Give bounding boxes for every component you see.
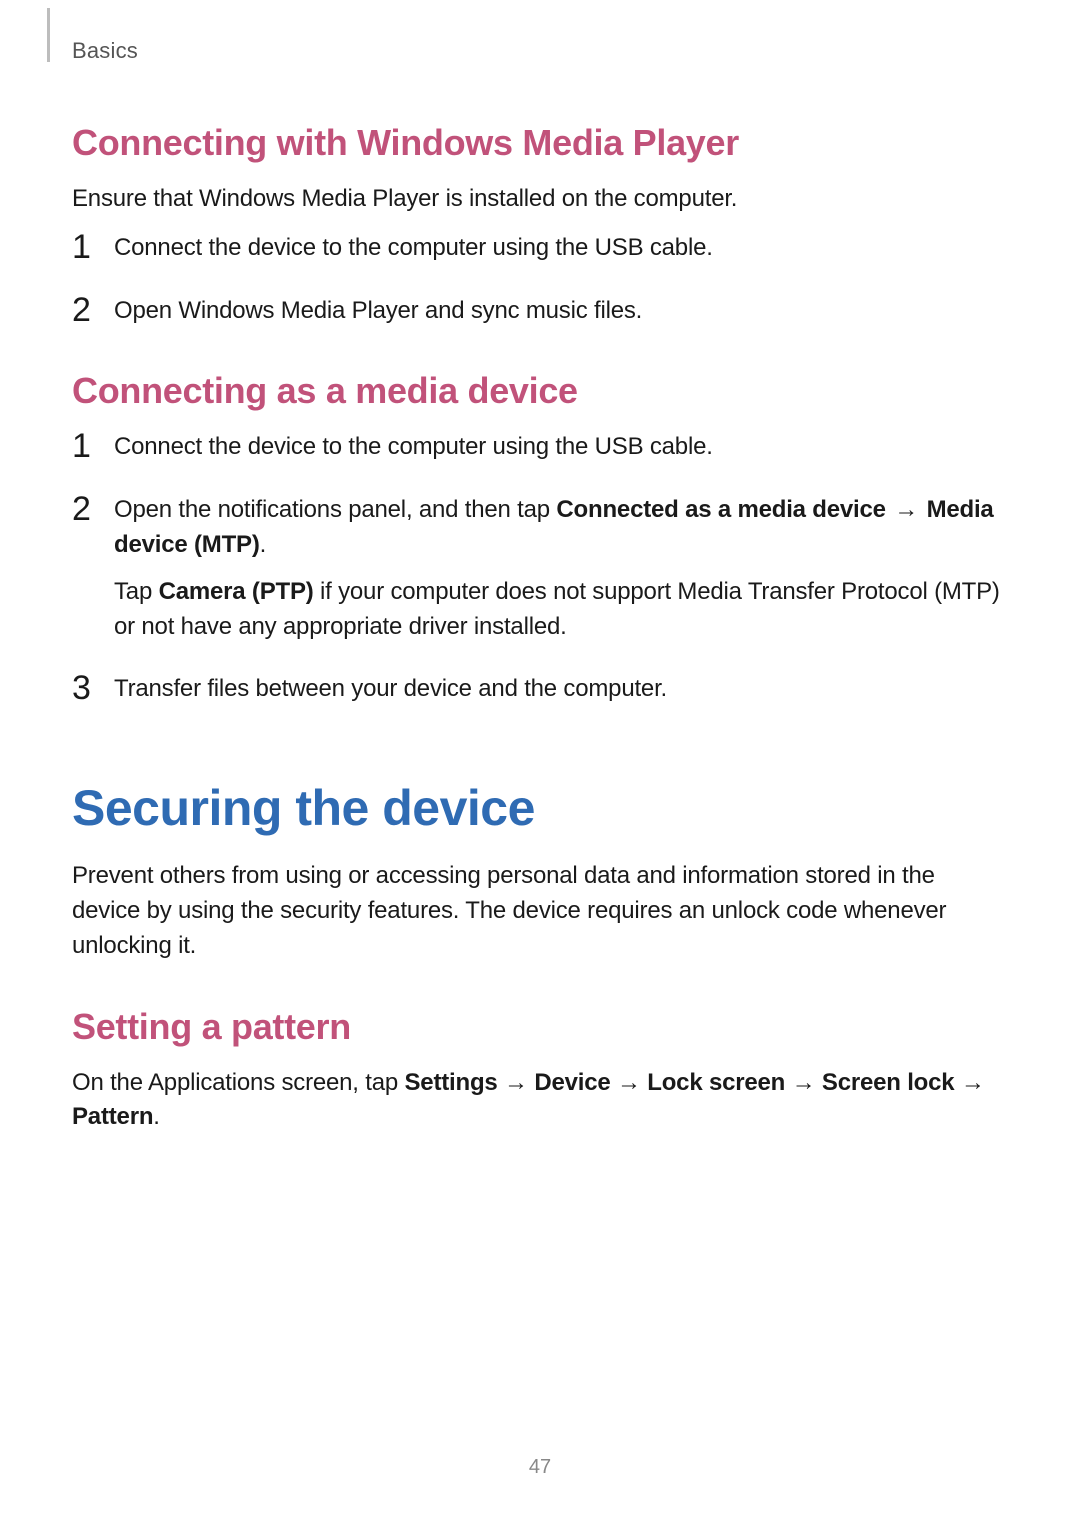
arrow-icon: → <box>785 1069 822 1096</box>
list-item: Connect the device to the computer using… <box>72 430 1008 465</box>
list-item: Open Windows Media Player and sync music… <box>72 294 1008 329</box>
heading-securing: Securing the device <box>72 779 1008 837</box>
list-item: Transfer files between your device and t… <box>72 672 1008 707</box>
pattern-path: On the Applications screen, tap Settings… <box>72 1066 1008 1136</box>
breadcrumb: Basics <box>72 38 1008 64</box>
heading-wmp: Connecting with Windows Media Player <box>72 122 1008 164</box>
step-text: On the Applications screen, tap <box>72 1069 404 1096</box>
securing-intro: Prevent others from using or accessing p… <box>72 859 1008 963</box>
step-text: Open the notifications panel, and then t… <box>114 496 556 523</box>
list-item: Open the notifications panel, and then t… <box>72 493 1008 644</box>
arrow-icon: → <box>611 1069 648 1096</box>
header-rule-icon <box>47 8 50 62</box>
heading-media-device: Connecting as a media device <box>72 370 1008 412</box>
media-steps: Connect the device to the computer using… <box>72 430 1008 707</box>
bold-label: Screen lock <box>822 1069 955 1096</box>
step-text: . <box>153 1103 159 1130</box>
list-item: Connect the device to the computer using… <box>72 231 1008 266</box>
bold-label: Connected as a media device <box>556 496 885 523</box>
arrow-icon: → <box>892 496 920 523</box>
arrow-icon: → <box>954 1069 984 1096</box>
step-text: → <box>886 496 927 523</box>
step-text: Tap <box>114 578 159 605</box>
document-page: Basics Connecting with Windows Media Pla… <box>0 0 1080 1527</box>
bold-label: Lock screen <box>647 1069 785 1096</box>
bold-label: Camera (PTP) <box>159 578 314 605</box>
step-text: . <box>260 531 266 558</box>
bold-label: Pattern <box>72 1103 153 1130</box>
page-number: 47 <box>0 1456 1080 1479</box>
bold-label: Device <box>534 1069 610 1096</box>
wmp-intro: Ensure that Windows Media Player is inst… <box>72 182 1008 217</box>
arrow-icon: → <box>498 1069 535 1096</box>
bold-label: Settings <box>404 1069 497 1096</box>
wmp-steps: Connect the device to the computer using… <box>72 231 1008 329</box>
heading-pattern: Setting a pattern <box>72 1006 1008 1048</box>
